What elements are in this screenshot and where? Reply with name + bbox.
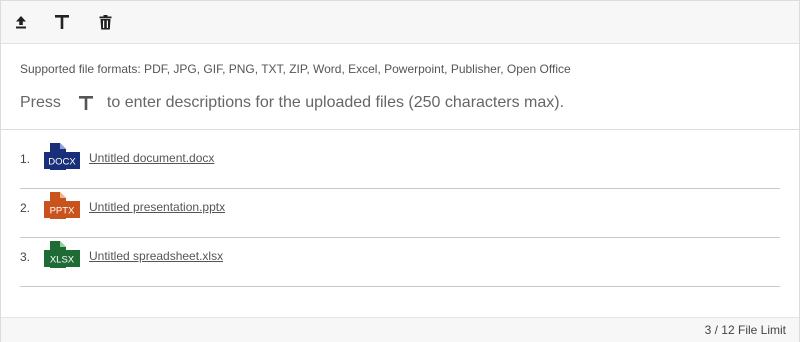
row-divider bbox=[20, 188, 780, 189]
file-number: 1. bbox=[20, 152, 31, 166]
supported-formats-text: Supported file formats: PDF, JPG, GIF, P… bbox=[20, 62, 571, 76]
description-hint: Press to enter descriptions for the uplo… bbox=[20, 94, 564, 112]
hint-suffix: to enter descriptions for the uploaded f… bbox=[106, 94, 565, 111]
file-row: 3. XLSX Untitled spreadsheet.xlsx bbox=[20, 239, 780, 287]
file-type-label: DOCX bbox=[48, 157, 76, 168]
row-divider bbox=[20, 237, 780, 238]
file-type-label: PPTX bbox=[50, 206, 75, 217]
docx-file-icon: DOCX bbox=[44, 143, 80, 170]
footer: 3 / 12 File Limit bbox=[1, 317, 799, 342]
add-description-button[interactable] bbox=[50, 10, 74, 34]
delete-button[interactable] bbox=[93, 10, 117, 34]
text-icon bbox=[55, 15, 69, 29]
pptx-file-icon: PPTX bbox=[44, 192, 80, 219]
file-limit-counter: 3 / 12 File Limit bbox=[704, 323, 786, 337]
file-link[interactable]: Untitled presentation.pptx bbox=[89, 200, 225, 214]
xlsx-file-icon: XLSX bbox=[44, 241, 80, 268]
file-link[interactable]: Untitled document.docx bbox=[89, 151, 214, 165]
upload-button[interactable] bbox=[9, 10, 33, 34]
upload-icon bbox=[16, 16, 26, 29]
file-row: 2. PPTX Untitled presentation.pptx bbox=[20, 190, 780, 238]
file-link[interactable]: Untitled spreadsheet.xlsx bbox=[89, 249, 223, 263]
text-icon bbox=[71, 95, 101, 111]
trash-icon bbox=[99, 14, 111, 29]
upload-info: Supported file formats: PDF, JPG, GIF, P… bbox=[20, 61, 780, 111]
divider bbox=[1, 129, 799, 130]
hint-prefix: Press bbox=[20, 94, 61, 111]
toolbar bbox=[1, 1, 799, 44]
file-type-label: XLSX bbox=[50, 255, 75, 266]
file-number: 2. bbox=[20, 201, 31, 215]
file-row: 1. DOCX Untitled document.docx bbox=[20, 141, 780, 189]
file-number: 3. bbox=[20, 250, 31, 264]
row-divider bbox=[20, 286, 780, 287]
file-upload-panel: Supported file formats: PDF, JPG, GIF, P… bbox=[0, 0, 800, 342]
